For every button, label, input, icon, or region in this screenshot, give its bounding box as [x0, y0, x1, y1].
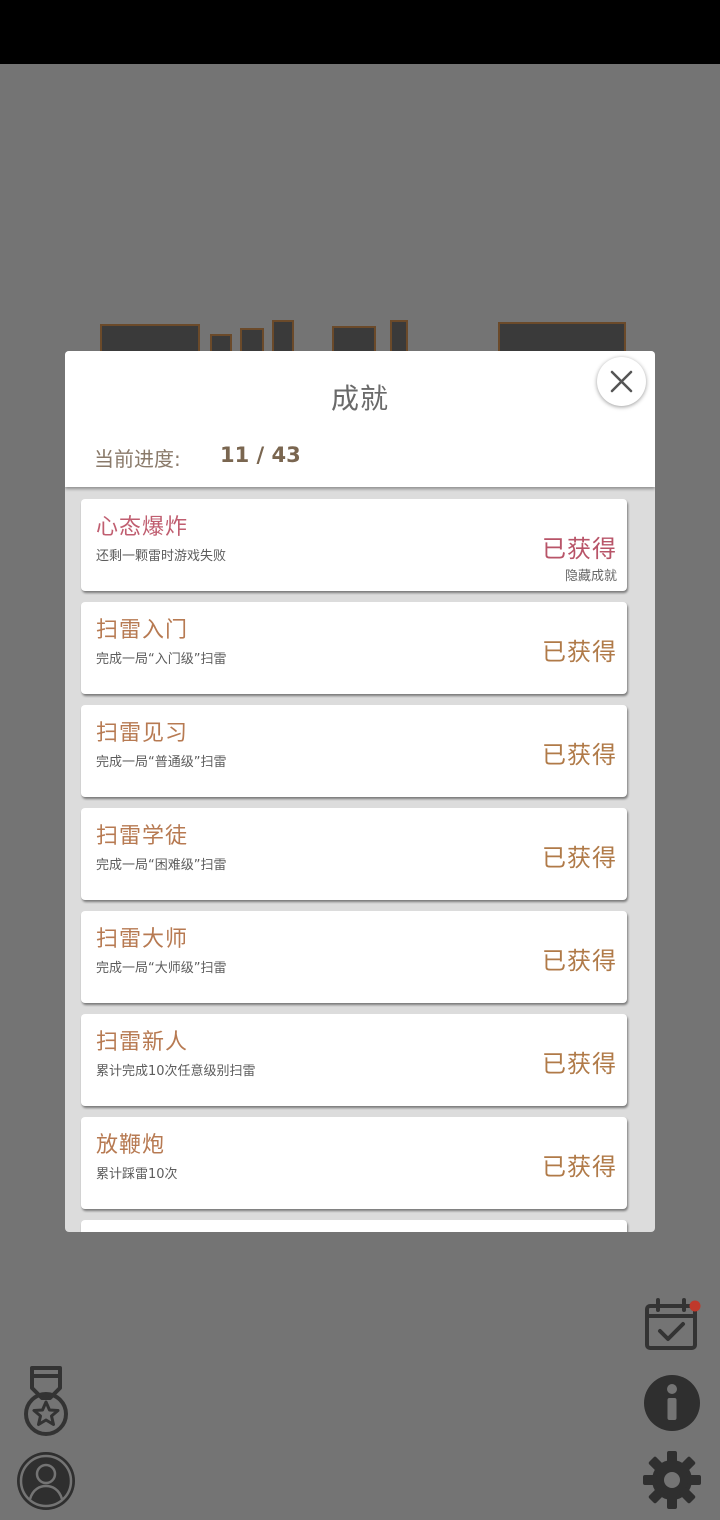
hidden-achievement-tag: 隐藏成就 [564, 569, 617, 584]
achievement-title: 扫雷新人 [96, 1030, 189, 1055]
achievement-status: 已获得 [542, 741, 617, 769]
achievement-list[interactable]: 心态爆炸 还剩一颗雷时游戏失败 已获得 隐藏成就 扫雷入门 完成一局“入门级”扫… [65, 499, 655, 1232]
progress-label: 当前进度: [94, 447, 181, 471]
achievement-description: 完成一局“普通级”扫雷 [96, 755, 227, 770]
achievement-description: 还剩一颗雷时游戏失败 [96, 549, 227, 564]
achievement-card[interactable]: 扫雷见习 完成一局“普通级”扫雷 已获得 [81, 705, 627, 797]
achievement-status: 已获得 [542, 535, 617, 563]
medal-icon[interactable] [20, 1366, 72, 1440]
close-button[interactable] [597, 357, 646, 406]
calendar-check-icon[interactable] [644, 1298, 702, 1352]
dialog-header: 成就 当前进度: 11 / 43 [65, 351, 655, 487]
achievement-title: 扫雷大师 [96, 927, 189, 952]
achievement-title: 扫雷见习 [96, 721, 189, 746]
achievement-description: 累计完成10次任意级别扫雷 [96, 1064, 256, 1079]
achievement-title: 心态爆炸 [96, 515, 189, 540]
achievement-status: 已获得 [542, 638, 617, 666]
achievements-dialog: 成就 当前进度: 11 / 43 心态爆炸 还剩一颗雷时游戏失败 已获得 隐藏成… [65, 351, 655, 1232]
close-icon [610, 370, 633, 393]
achievement-card-partial[interactable] [81, 1220, 627, 1232]
achievement-card[interactable]: 放鞭炮 累计踩雷10次 已获得 [81, 1117, 627, 1209]
achievement-description: 完成一局“大师级”扫雷 [96, 961, 227, 976]
achievement-description: 完成一局“困难级”扫雷 [96, 858, 227, 873]
achievement-status: 已获得 [542, 1153, 617, 1181]
achievement-status: 已获得 [542, 947, 617, 975]
progress-value: 11 / 43 [220, 443, 301, 467]
achievement-card[interactable]: 扫雷新人 累计完成10次任意级别扫雷 已获得 [81, 1014, 627, 1106]
achievement-status: 已获得 [542, 844, 617, 872]
achievement-description: 累计踩雷10次 [96, 1167, 178, 1182]
user-icon[interactable] [16, 1451, 76, 1511]
achievement-title: 扫雷入门 [96, 618, 189, 643]
achievement-card[interactable]: 扫雷入门 完成一局“入门级”扫雷 已获得 [81, 602, 627, 694]
achievement-card[interactable]: 心态爆炸 还剩一颗雷时游戏失败 已获得 隐藏成就 [81, 499, 627, 591]
info-icon[interactable] [643, 1374, 701, 1432]
achievement-description: 完成一局“入门级”扫雷 [96, 652, 227, 667]
status-bar [0, 0, 720, 64]
achievement-card[interactable]: 扫雷学徒 完成一局“困难级”扫雷 已获得 [81, 808, 627, 900]
achievement-title: 扫雷学徒 [96, 824, 189, 849]
achievement-card[interactable]: 扫雷大师 完成一局“大师级”扫雷 已获得 [81, 911, 627, 1003]
achievement-status: 已获得 [542, 1050, 617, 1078]
achievement-title: 放鞭炮 [96, 1133, 166, 1158]
gear-icon[interactable] [641, 1449, 703, 1511]
dialog-title: 成就 [330, 382, 389, 415]
